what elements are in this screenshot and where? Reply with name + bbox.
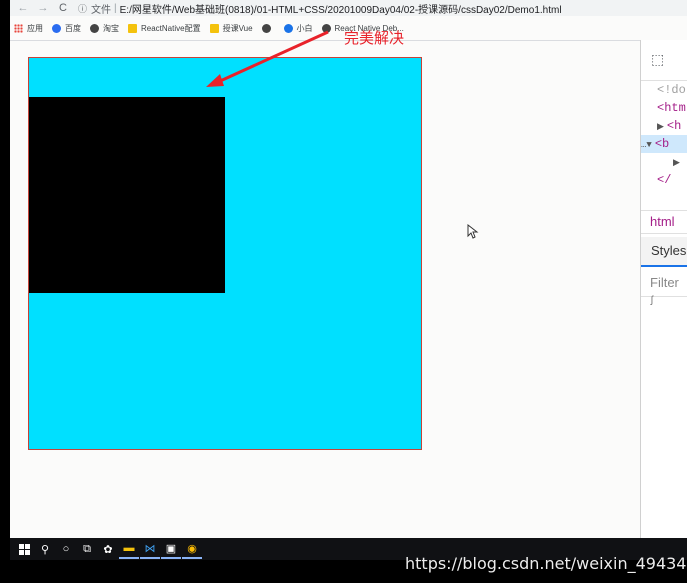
tab-styles[interactable]: Styles bbox=[641, 237, 687, 267]
inspect-element-icon[interactable]: ⬚ bbox=[651, 52, 664, 68]
styles-filter-input[interactable]: Filter bbox=[641, 270, 687, 297]
watermark: https://blog.csdn.net/weixin_49434258 bbox=[405, 554, 687, 573]
expand-triangle-icon[interactable]: ▶ bbox=[657, 122, 664, 132]
filter-mark: ʃ bbox=[649, 296, 656, 307]
dom-line[interactable]: <!do bbox=[641, 81, 687, 99]
file-explorer-icon[interactable]: ▬ bbox=[119, 539, 139, 559]
dom-line[interactable]: ▶ <h bbox=[641, 117, 687, 135]
devtools-panel: ⬚ <!do <htm ▶ <h …▼ <b ▶ </ html Styles Fi… bbox=[640, 40, 687, 538]
dom-line[interactable]: </ bbox=[641, 171, 687, 189]
app-icon[interactable]: ✿ bbox=[98, 539, 118, 559]
store-icon[interactable]: ▣ bbox=[161, 539, 181, 559]
dom-line[interactable]: <htm bbox=[641, 99, 687, 117]
annotation-text: 完美解决 bbox=[344, 29, 405, 47]
chrome-icon[interactable]: ◉ bbox=[182, 539, 202, 559]
windows-start-icon[interactable] bbox=[14, 539, 34, 559]
task-view-icon[interactable]: ⧉ bbox=[77, 539, 97, 559]
dom-line-selected[interactable]: …▼ <b bbox=[641, 135, 687, 153]
search-icon[interactable]: ⚲ bbox=[35, 539, 55, 559]
mouse-cursor-icon bbox=[467, 224, 479, 239]
dom-line[interactable]: ▶ bbox=[641, 153, 687, 171]
breadcrumb[interactable]: html bbox=[641, 210, 687, 234]
screen: ← → C ⓘ 文件 | E:/网星软件/Web基础班(0818)/01-HTM… bbox=[10, 0, 687, 538]
cortana-icon[interactable]: ○ bbox=[56, 539, 76, 559]
annotation-arrow-icon bbox=[206, 30, 329, 87]
vscode-icon[interactable]: ⋈ bbox=[140, 539, 160, 559]
collapse-triangle-icon[interactable]: …▼ bbox=[641, 140, 652, 150]
devtools-toolbar: ⬚ bbox=[641, 40, 687, 81]
expand-triangle-icon[interactable]: ▶ bbox=[673, 158, 680, 168]
